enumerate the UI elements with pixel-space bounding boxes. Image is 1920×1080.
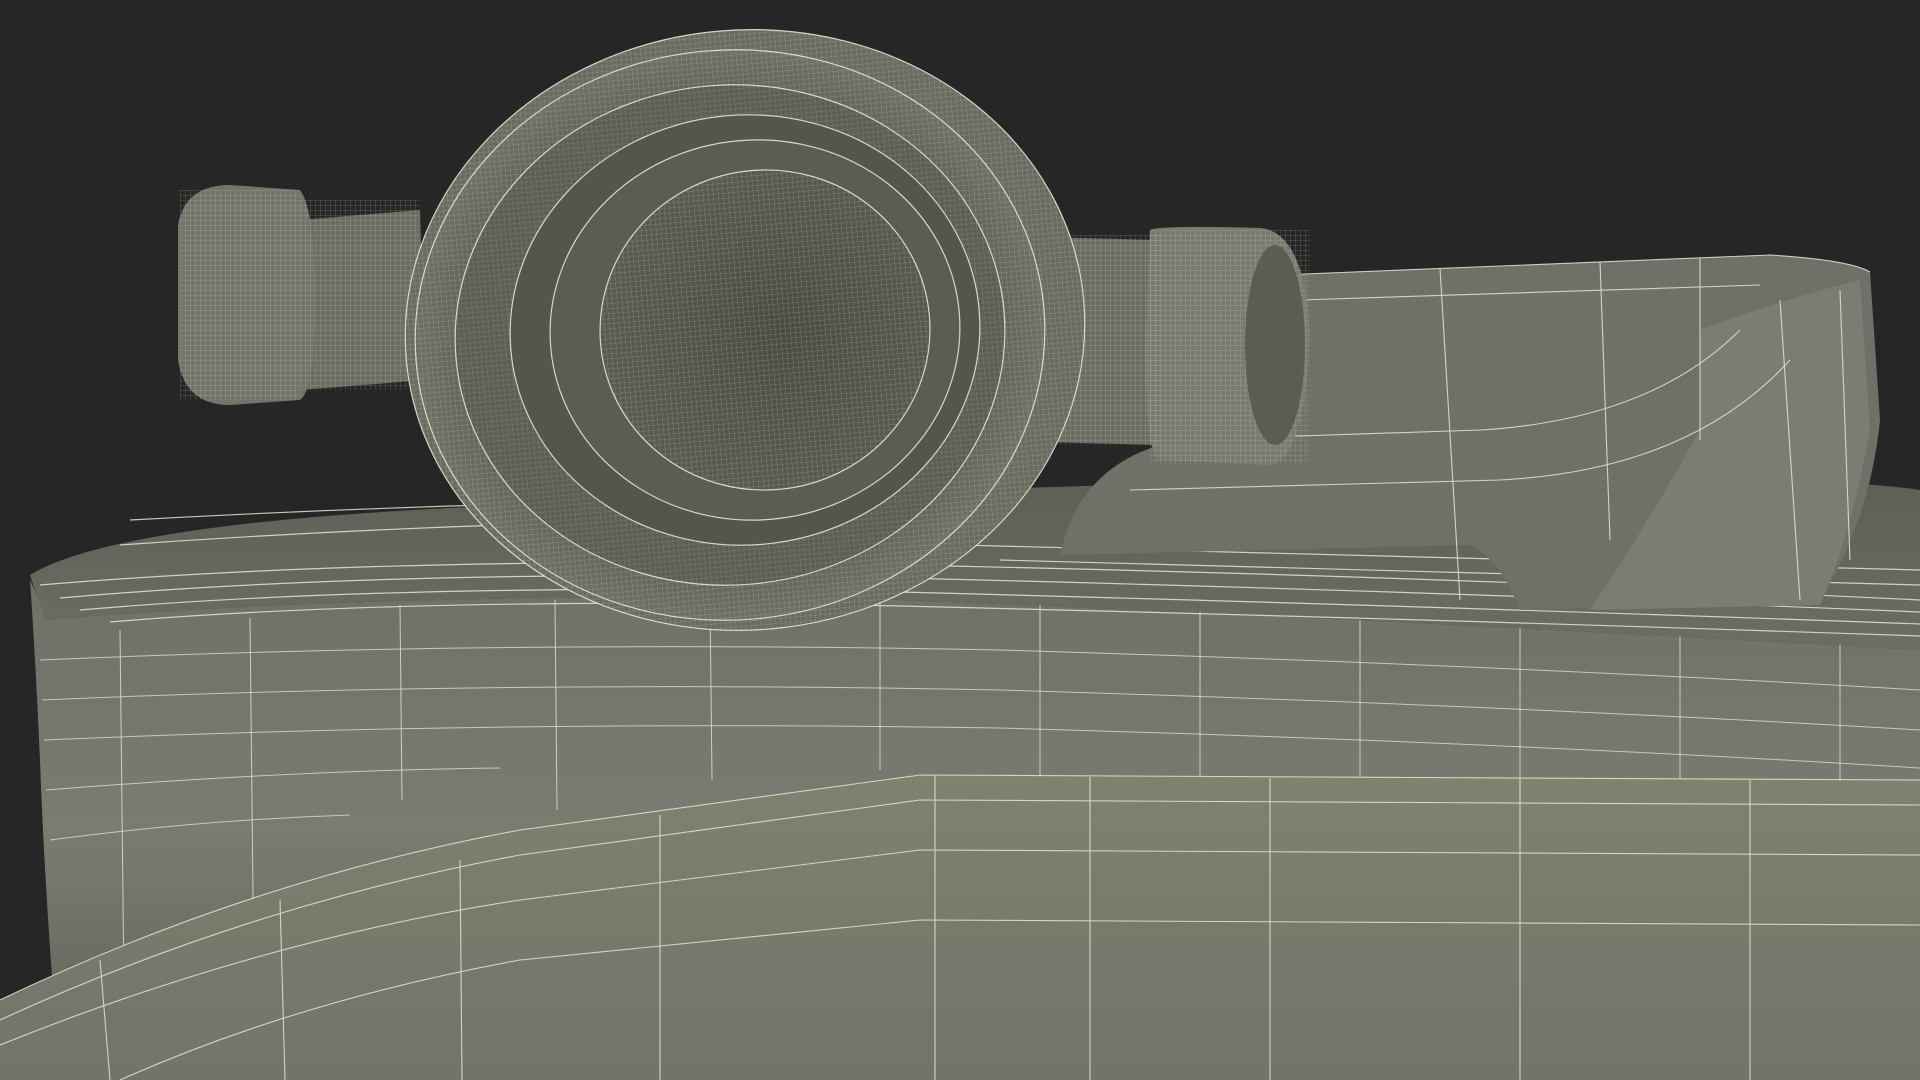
render-viewport [0, 0, 1920, 1080]
coupling-left-lug [178, 185, 425, 405]
wireframe-render [0, 0, 1920, 1080]
